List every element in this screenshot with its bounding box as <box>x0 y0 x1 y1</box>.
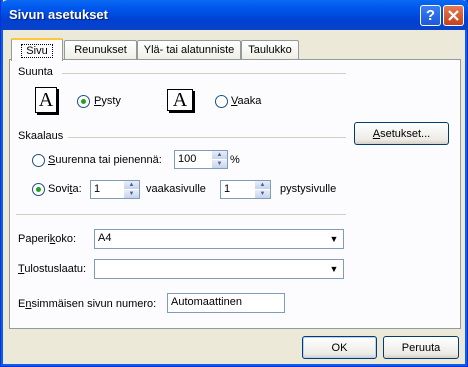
adjust-to-radio[interactable] <box>32 154 45 167</box>
tab-panel-page: Suunta A Pysty A Vaaka Skaalaus Asetukse… <box>9 59 461 329</box>
tab-label: Sivu <box>21 43 53 58</box>
radio-selected-dot <box>36 187 41 192</box>
landscape-label[interactable]: Vaaka <box>231 95 261 107</box>
window-title: Sivun asetukset <box>9 7 108 22</box>
first-page-number-label: Ensimmäisen sivun numero: <box>18 298 157 310</box>
scaling-divider <box>68 137 346 138</box>
print-quality-select[interactable]: ▼ <box>94 259 344 279</box>
pages-tall-label: pystysivulle <box>280 183 337 195</box>
portrait-radio[interactable] <box>77 95 90 108</box>
fit-pages-tall-input[interactable]: 1 <box>220 180 256 199</box>
chevron-down-icon[interactable]: ▼ <box>325 260 343 278</box>
portrait-label[interactable]: Pysty <box>94 95 121 107</box>
title-bar[interactable]: Sivun asetukset ? <box>1 0 468 30</box>
percent-unit-label: % <box>230 154 240 166</box>
ok-button[interactable]: OK <box>302 336 377 359</box>
close-icon[interactable] <box>443 5 464 26</box>
fit-pages-wide-input[interactable]: 1 <box>90 180 125 199</box>
cancel-button[interactable]: Peruuta <box>383 336 459 359</box>
spin-down-icon[interactable]: ▼ <box>124 190 139 198</box>
orientation-group-label: Suunta <box>18 66 53 78</box>
fit-to-label[interactable]: Sovita: <box>48 183 82 195</box>
portrait-page-icon: A <box>35 87 57 113</box>
page-setup-dialog: Sivun asetukset ? Sivu Reunukset Ylä- ta… <box>0 0 468 367</box>
landscape-page-icon: A <box>167 89 193 111</box>
scaling-options-button[interactable]: Asetukset... <box>354 122 449 145</box>
spin-down-icon[interactable]: ▼ <box>212 160 227 168</box>
tab-label: Reunukset <box>74 44 127 56</box>
scaling-group-label: Skaalaus <box>18 130 64 142</box>
paper-size-label: Paperikoko: <box>18 233 77 245</box>
spin-down-icon[interactable]: ▼ <box>255 190 270 198</box>
adjust-percent-spinner[interactable]: ▲ ▼ <box>212 150 228 169</box>
adjust-percent-input[interactable]: 100 <box>174 150 213 169</box>
tab-page[interactable]: Sivu <box>11 38 63 61</box>
spin-up-icon[interactable]: ▲ <box>124 181 139 189</box>
tab-label: Taulukko <box>248 44 292 56</box>
radio-selected-dot <box>81 99 86 104</box>
paper-size-value: A4 <box>98 232 112 244</box>
orientation-divider <box>62 73 346 74</box>
adjust-to-label[interactable]: Suurenna tai pienennä: <box>48 154 162 166</box>
paper-size-select[interactable]: A4 ▼ <box>94 229 344 249</box>
tab-margins[interactable]: Reunukset <box>64 40 137 59</box>
fit-pages-tall-spinner[interactable]: ▲ ▼ <box>255 180 271 199</box>
print-quality-label: Tulostuslaatu: <box>18 263 87 275</box>
chevron-down-icon[interactable]: ▼ <box>325 230 343 248</box>
first-page-number-input[interactable]: Automaattinen <box>167 293 285 313</box>
help-icon[interactable]: ? <box>420 5 441 26</box>
fit-pages-wide-spinner[interactable]: ▲ ▼ <box>124 180 140 199</box>
landscape-radio[interactable] <box>215 95 228 108</box>
fit-to-radio[interactable] <box>32 183 45 196</box>
tab-sheet[interactable]: Taulukko <box>241 40 299 59</box>
tab-label: Ylä- tai alatunniste <box>143 44 235 56</box>
tab-header-footer[interactable]: Ylä- tai alatunniste <box>137 40 241 59</box>
spin-up-icon[interactable]: ▲ <box>212 151 227 159</box>
section-divider <box>16 214 346 215</box>
pages-wide-label: vaakasivulle <box>146 183 206 195</box>
spin-up-icon[interactable]: ▲ <box>255 181 270 189</box>
